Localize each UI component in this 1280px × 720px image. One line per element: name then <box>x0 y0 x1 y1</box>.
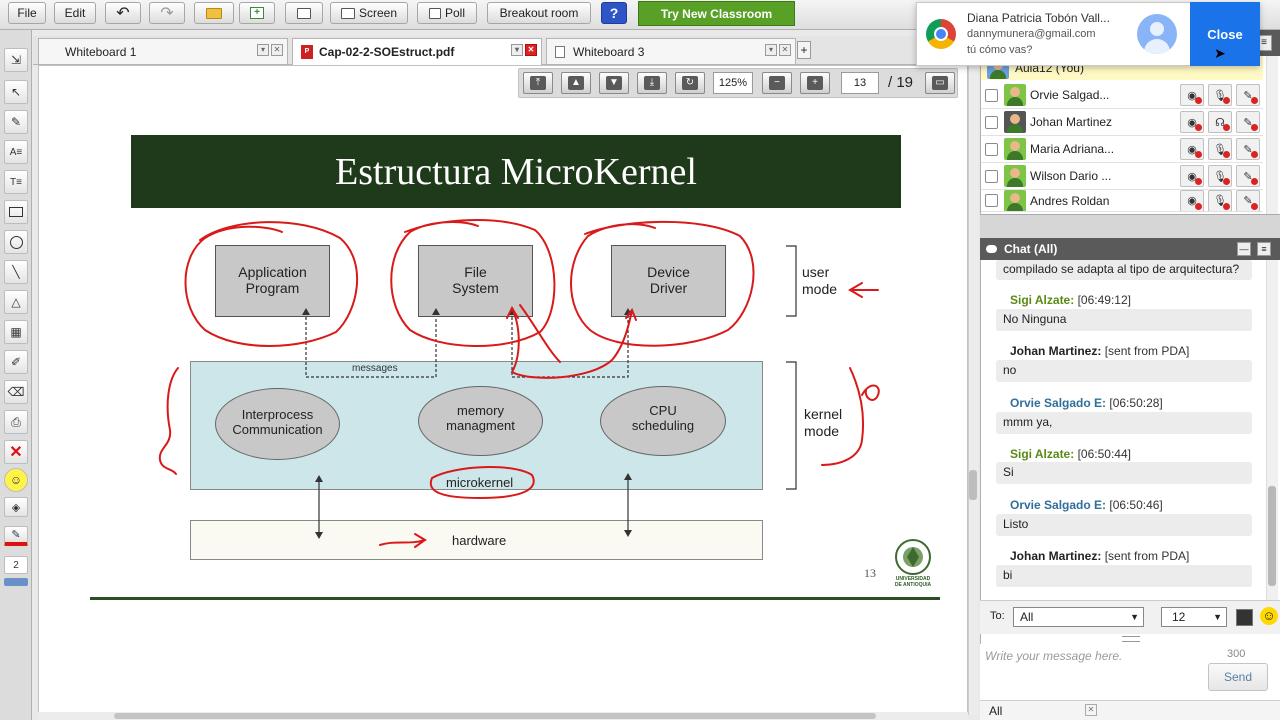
microphone-icon[interactable]: 🎙 <box>1208 190 1232 211</box>
chat-message-bubble <box>996 462 1252 484</box>
avatar <box>1004 111 1026 133</box>
chat-resize-handle[interactable] <box>1122 636 1140 642</box>
camera-icon[interactable]: ◉ <box>1180 165 1204 187</box>
chat-message-meta: Orvie Salgado E: [06:50:28] <box>1010 396 1163 410</box>
chevron-down-icon: ▼ <box>1213 612 1222 622</box>
chat-message-bubble <box>996 514 1252 536</box>
pen-permission-icon[interactable]: ✎ <box>1236 111 1260 133</box>
participants-scrollbar[interactable] <box>1266 56 1278 214</box>
participant-checkbox[interactable] <box>985 88 998 102</box>
horizontal-scroll-thumb[interactable] <box>114 713 876 719</box>
participant-checkbox[interactable] <box>985 142 998 156</box>
chat-message-meta: Johan Martinez: [sent from PDA] <box>1010 344 1190 358</box>
document-scroll-thumb[interactable] <box>969 470 977 500</box>
chat-message-meta: Sigi Alzate: [06:49:12] <box>1010 293 1131 307</box>
participant-checkbox[interactable] <box>985 169 998 183</box>
chat-filter-close-icon[interactable]: ✕ <box>1085 704 1097 716</box>
chat-header: Chat (All) <box>980 238 1280 260</box>
chat-bubble-icon <box>986 245 997 253</box>
emoticon-button[interactable]: ☺ <box>1260 607 1278 625</box>
camera-icon[interactable]: ◉ <box>1180 138 1204 160</box>
chat-message-meta: Johan Martinez: [sent from PDA] <box>1010 549 1190 563</box>
chat-message-text: no <box>1003 363 1017 377</box>
send-button[interactable]: Send <box>1208 663 1268 691</box>
microphone-icon[interactable]: 🎙 <box>1208 84 1232 106</box>
chrome-logo-icon <box>926 19 956 49</box>
chat-message-bubble <box>996 360 1252 382</box>
avatar <box>1004 138 1026 160</box>
participant-row[interactable]: Wilson Dario ... ◉ 🎙 ✎ <box>981 163 1263 190</box>
chat-minimize-icon[interactable]: — <box>1237 242 1251 256</box>
pen-permission-icon[interactable]: ✎ <box>1236 165 1260 187</box>
participant-checkbox[interactable] <box>985 115 998 129</box>
chat-filter-bar <box>980 700 1280 720</box>
text-color-button[interactable] <box>1236 609 1253 626</box>
notification-message: tú cómo vas? <box>967 44 1033 56</box>
avatar <box>1004 84 1026 106</box>
chat-message-text: Si <box>1003 465 1014 479</box>
headset-icon[interactable]: ☊ <box>1208 111 1232 133</box>
participant-row[interactable]: Orvie Salgad... ◉ 🎙 ✎ <box>981 82 1263 109</box>
avatar <box>1004 165 1026 187</box>
participant-row[interactable]: Johan Martinez ◉ ☊ ✎ <box>981 109 1263 136</box>
chat-message-meta: Orvie Salgado E: [06:50:46] <box>1010 498 1163 512</box>
document-scrollbar[interactable] <box>968 65 978 715</box>
font-size-select[interactable]: 12 ▼ <box>1161 607 1227 627</box>
chat-message-bubble <box>996 565 1252 587</box>
diagram-annotations <box>158 219 880 548</box>
chat-input-placeholder: Write your message here. <box>985 649 1123 663</box>
microphone-icon[interactable]: 🎙 <box>1208 138 1232 160</box>
chat-menu-icon[interactable]: ≡ <box>1257 242 1271 256</box>
avatar <box>1004 190 1026 211</box>
chat-filter-label[interactable]: All <box>989 704 1002 718</box>
chevron-down-icon: ▼ <box>1130 612 1139 622</box>
pen-permission-icon[interactable]: ✎ <box>1236 84 1260 106</box>
participant-row[interactable]: Maria Adriana... ◉ 🎙 ✎ <box>981 136 1263 163</box>
camera-icon[interactable]: ◉ <box>1180 111 1204 133</box>
microphone-icon[interactable]: 🎙 <box>1208 165 1232 187</box>
participant-checkbox[interactable] <box>985 194 998 207</box>
notification-sender: Diana Patricia Tobón Vall... <box>967 11 1110 25</box>
chat-message-text: No Ninguna <box>1003 312 1067 326</box>
pen-permission-icon[interactable]: ✎ <box>1236 190 1260 211</box>
chat-scroll-thumb[interactable] <box>1268 486 1276 586</box>
chat-message-text: bi <box>1003 568 1013 582</box>
chat-message-text: Listo <box>1003 517 1029 531</box>
chat-message-text: compilado se adapta al tipo de arquitect… <box>1003 262 1240 276</box>
to-label: To: <box>990 610 1005 622</box>
chat-message-meta: Sigi Alzate: [06:50:44] <box>1010 447 1131 461</box>
camera-icon[interactable]: ◉ <box>1180 84 1204 106</box>
pen-permission-icon[interactable]: ✎ <box>1236 138 1260 160</box>
notification-avatar <box>1137 14 1177 54</box>
char-count: 300 <box>1227 648 1246 660</box>
mouse-cursor-icon: ➤ <box>1214 45 1226 61</box>
panel-splitter[interactable] <box>980 214 1280 238</box>
participant-row[interactable]: Andres Roldan ◉ 🎙 ✎ <box>981 190 1263 212</box>
camera-icon[interactable]: ◉ <box>1180 190 1204 211</box>
notification-email: dannymunera@gmail.com <box>967 28 1096 40</box>
recipient-select[interactable]: All ▼ <box>1013 607 1144 627</box>
chat-message-text: mmm ya, <box>1003 415 1053 429</box>
